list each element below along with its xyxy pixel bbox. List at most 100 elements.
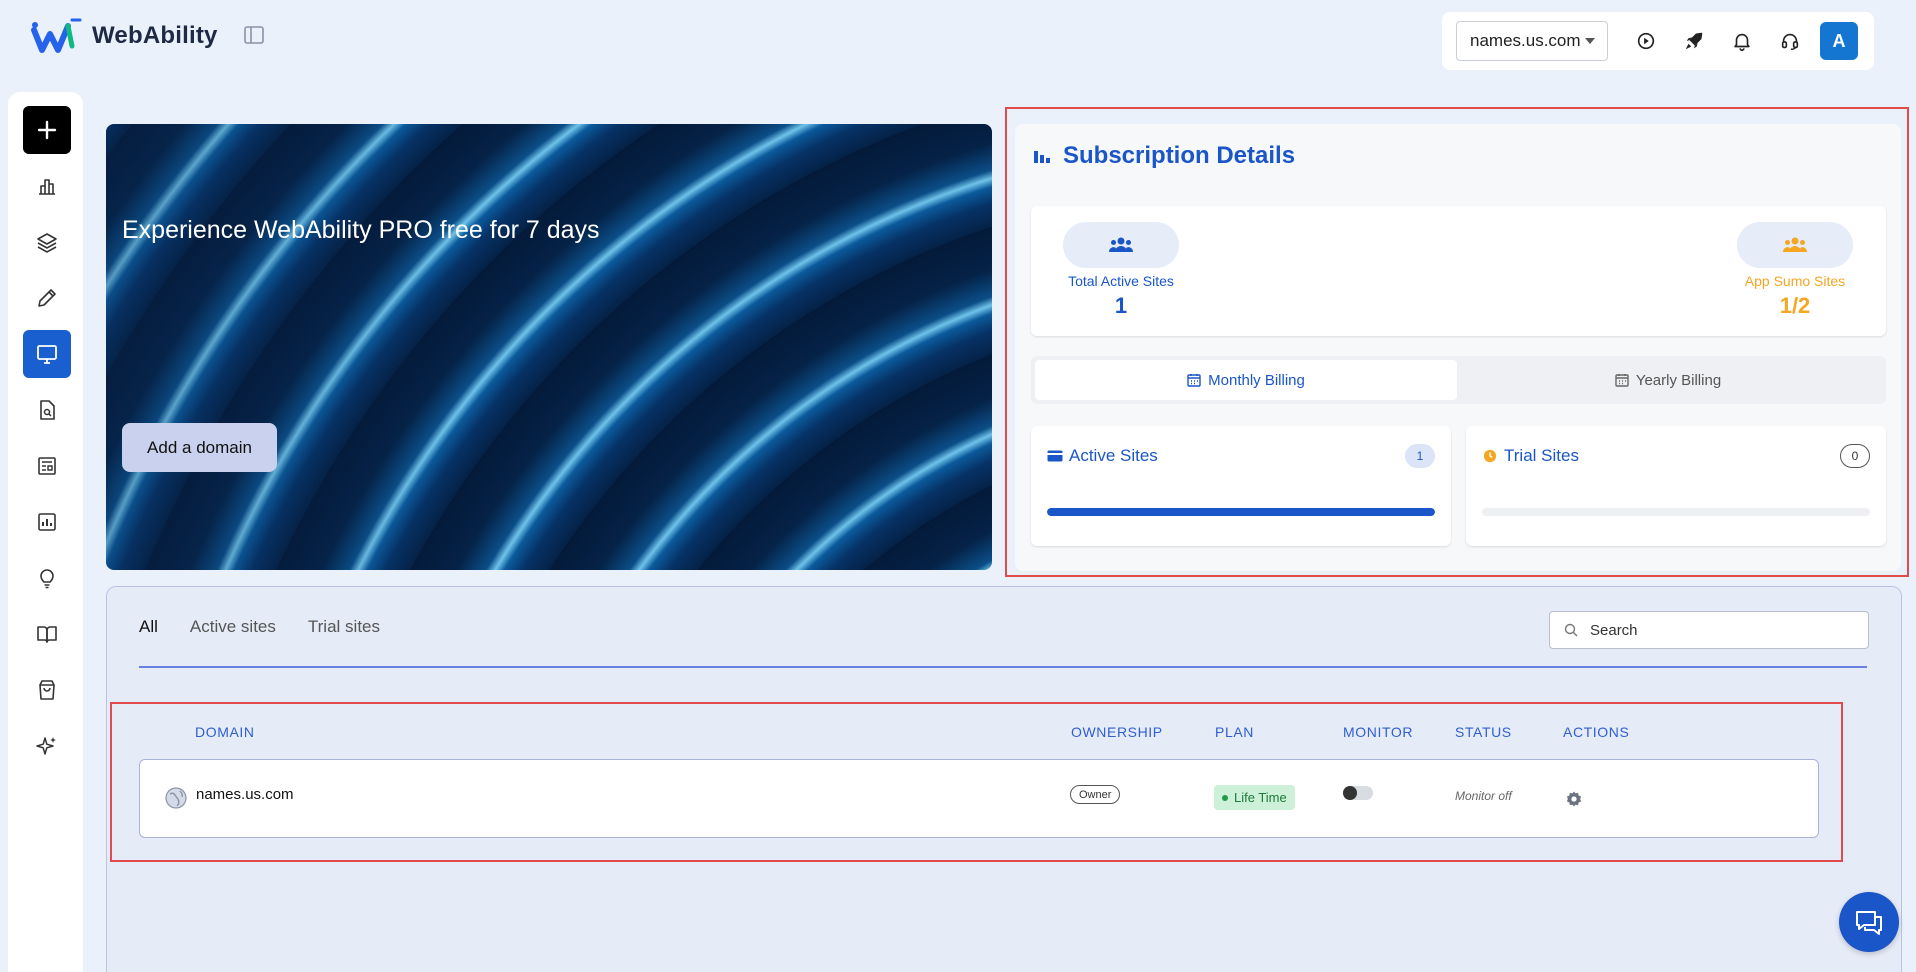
total-active-sites-stat: Total Active Sites 1 — [1061, 222, 1181, 319]
tab-trial-sites[interactable]: Trial sites — [308, 617, 380, 637]
clock-icon — [1483, 449, 1497, 463]
sidebar-item-dashboard[interactable] — [23, 162, 71, 210]
sidebar-item-sites[interactable] — [23, 330, 71, 378]
calendar-icon — [1615, 374, 1629, 387]
table-row[interactable]: names.us.com Owner Life Time Monitor off — [139, 759, 1819, 838]
chat-icon — [1856, 911, 1882, 935]
monitor-toggle[interactable] — [1343, 786, 1373, 800]
lightbulb-icon — [40, 569, 54, 589]
add-icon — [37, 120, 57, 140]
book-open-icon — [37, 626, 57, 643]
app-sumo-sites-label: App Sumo Sites — [1744, 273, 1846, 289]
trial-sites-progress — [1482, 508, 1870, 516]
site-filter-tabs: All Active sites Trial sites — [139, 617, 380, 637]
column-header-ownership: OWNERSHIP — [1071, 724, 1163, 740]
add-domain-button[interactable]: Add a domain — [122, 423, 277, 472]
ownership-badge: Owner — [1070, 785, 1121, 804]
active-sites-progress-fill — [1047, 508, 1435, 516]
chart-square-icon — [38, 513, 56, 531]
search-box — [1549, 611, 1869, 649]
plan-status-dot — [1222, 794, 1228, 801]
logo-text: WebAbility — [92, 22, 218, 49]
trial-sites-label: Trial Sites — [1504, 446, 1579, 465]
subscription-card: Subscription Details Total Active Sites … — [1015, 124, 1901, 571]
active-sites-title: Active Sites — [1047, 446, 1158, 466]
file-search-icon — [40, 400, 55, 420]
column-header-monitor: MONITOR — [1343, 724, 1414, 740]
domain-cell[interactable]: names.us.com — [196, 786, 294, 803]
search-icon — [1564, 623, 1578, 637]
pencil-icon — [38, 289, 56, 307]
globe-icon — [165, 787, 187, 809]
total-active-sites-value: 1 — [1114, 293, 1128, 318]
rocket-icon[interactable] — [1670, 21, 1718, 61]
trial-sites-title: Trial Sites — [1482, 446, 1579, 466]
column-header-plan: PLAN — [1215, 724, 1254, 740]
sidebar-item-scanner[interactable] — [23, 386, 71, 434]
sidebar-item-reports[interactable] — [23, 442, 71, 490]
sidebar-item-docs[interactable] — [23, 610, 71, 658]
avatar[interactable]: A — [1820, 22, 1858, 60]
search-input[interactable] — [1590, 621, 1850, 639]
bell-icon[interactable] — [1718, 21, 1766, 61]
tab-monthly-billing[interactable]: Monthly Billing — [1035, 360, 1457, 400]
column-header-domain: DOMAIN — [195, 724, 255, 740]
tab-yearly-billing-label: Yearly Billing — [1635, 371, 1722, 389]
domain-select-value: names.us.com — [1470, 31, 1581, 50]
monitor-icon — [37, 345, 57, 364]
credit-card-icon — [1047, 450, 1063, 462]
subscription-title: Subscription Details — [1033, 142, 1295, 170]
sparkles-icon — [36, 737, 56, 755]
active-sites-label: Active Sites — [1069, 446, 1158, 465]
bar-chart-icon — [39, 179, 55, 195]
total-active-sites-label: Total Active Sites — [1068, 273, 1174, 289]
gear-icon[interactable] — [1565, 790, 1583, 808]
active-sites-card: Active Sites 1 — [1031, 426, 1451, 546]
newspaper-icon — [38, 457, 56, 475]
sidebar — [8, 92, 83, 972]
users-icon-pill — [1063, 222, 1179, 268]
sidebar-item-ideas[interactable] — [23, 554, 71, 602]
tab-all[interactable]: All — [139, 617, 158, 637]
active-sites-progress — [1047, 508, 1435, 516]
promo-banner: Experience WebAbility PRO free for 7 day… — [106, 124, 992, 570]
shopping-bag-icon — [39, 680, 55, 700]
sidebar-item-layers[interactable] — [23, 218, 71, 266]
play-circle-icon[interactable] — [1622, 21, 1670, 61]
tab-yearly-billing[interactable]: Yearly Billing — [1457, 360, 1879, 400]
billing-tabs: Monthly Billing Yearly Billing — [1031, 356, 1886, 404]
add-button[interactable] — [23, 106, 71, 154]
layers-icon — [37, 233, 57, 253]
trial-sites-count-badge: 0 — [1840, 444, 1870, 468]
status-cell: Monitor off — [1455, 789, 1512, 803]
column-header-actions: ACTIONS — [1563, 724, 1630, 740]
headset-icon[interactable] — [1766, 21, 1814, 61]
header-actions: names.us.com A — [1442, 12, 1874, 70]
chat-button[interactable] — [1839, 892, 1899, 952]
active-sites-count-badge: 1 — [1405, 444, 1435, 468]
sidebar-item-ai[interactable] — [23, 722, 71, 770]
column-header-status: STATUS — [1455, 724, 1512, 740]
subscription-stats: Total Active Sites 1 App Sumo Sites 1/2 — [1031, 206, 1886, 336]
tab-monthly-billing-label: Monthly Billing — [1208, 371, 1305, 389]
trial-sites-card: Trial Sites 0 — [1466, 426, 1886, 546]
monitor-toggle-knob — [1343, 786, 1357, 800]
webability-logo-icon — [31, 18, 82, 53]
tab-active-sites[interactable]: Active sites — [190, 617, 276, 637]
tabs-underline — [139, 666, 1867, 668]
top-bar: WebAbility names.us.com A — [0, 0, 1916, 80]
plan-badge: Life Time — [1214, 785, 1295, 810]
sidebar-item-edit[interactable] — [23, 274, 71, 322]
sidebar-item-store[interactable] — [23, 666, 71, 714]
sidebar-toggle-icon[interactable] — [243, 24, 265, 46]
app-sumo-sites-stat: App Sumo Sites 1/2 — [1735, 222, 1855, 319]
promo-title: Experience WebAbility PRO free for 7 day… — [122, 216, 600, 244]
users-icon-pill — [1737, 222, 1853, 268]
chevron-down-icon — [1585, 38, 1595, 44]
bar-chart-icon — [1034, 151, 1050, 163]
sidebar-item-analytics[interactable] — [23, 498, 71, 546]
calendar-icon — [1187, 374, 1201, 387]
domain-select[interactable]: names.us.com — [1456, 21, 1608, 61]
app-sumo-sites-value: 1/2 — [1779, 293, 1811, 318]
logo[interactable]: WebAbility — [30, 16, 218, 56]
